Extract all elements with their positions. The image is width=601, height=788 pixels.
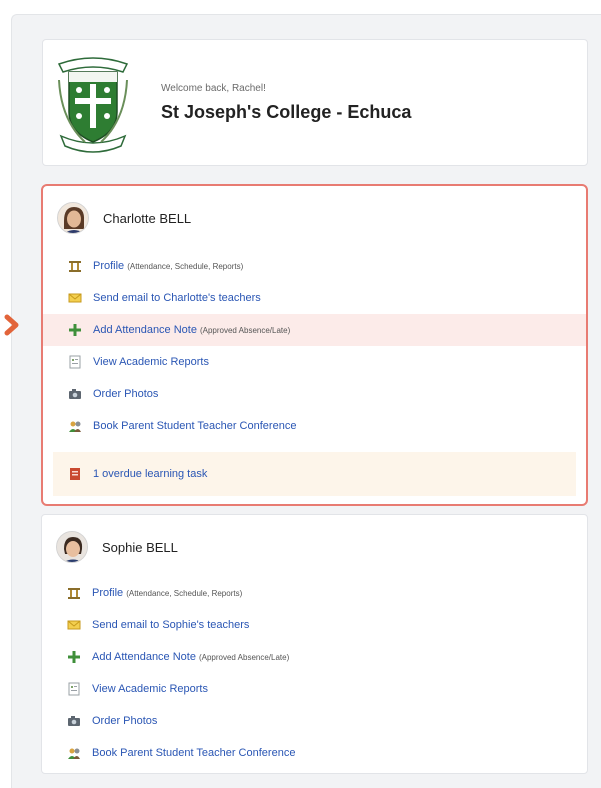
attendance-note-label: Add Attendance Note xyxy=(92,651,196,663)
profile-link-sub: (Attendance, Schedule, Reports) xyxy=(126,588,243,598)
camera-icon xyxy=(66,713,82,729)
academic-reports-label: View Academic Reports xyxy=(92,683,208,695)
task-icon xyxy=(67,466,83,482)
order-photos-label: Order Photos xyxy=(93,388,159,400)
overdue-task-label: 1 overdue learning task xyxy=(93,468,208,480)
welcome-text: Welcome back, Rachel! xyxy=(161,83,266,94)
report-icon xyxy=(67,354,83,370)
book-conference-label: Book Parent Student Teacher Conference xyxy=(92,747,296,759)
academic-reports-label: View Academic Reports xyxy=(93,356,209,368)
order-photos-link[interactable]: Order Photos xyxy=(42,705,587,737)
camera-icon xyxy=(67,386,83,402)
report-icon xyxy=(66,681,82,697)
order-photos-link[interactable]: Order Photos xyxy=(43,378,586,410)
chevron-right-icon xyxy=(4,314,19,336)
profile-link-label: Profile xyxy=(92,587,124,599)
conference-icon xyxy=(66,745,82,761)
order-photos-label: Order Photos xyxy=(92,715,158,727)
student-name: Sophie BELL xyxy=(102,539,178,555)
student-card-charlotte: Charlotte BELL Profile (Attendance, Sche… xyxy=(41,184,588,506)
school-crest-logo xyxy=(57,57,129,153)
profile-link[interactable]: Profile (Attendance, Schedule, Reports) xyxy=(43,250,586,282)
student-header[interactable]: Charlotte BELL xyxy=(57,200,191,236)
email-teachers-label: Send email to Charlotte's teachers xyxy=(93,292,261,304)
plus-icon xyxy=(67,322,83,338)
school-card: Welcome back, Rachel! St Joseph's Colleg… xyxy=(42,39,588,166)
plus-icon xyxy=(66,649,82,665)
overdue-task-link[interactable]: 1 overdue learning task xyxy=(53,452,576,496)
student-card-sophie: Sophie BELL Profile (Attendance, Schedul… xyxy=(41,514,588,774)
student-name: Charlotte BELL xyxy=(103,210,192,226)
academic-reports-link[interactable]: View Academic Reports xyxy=(43,346,586,378)
email-teachers-link[interactable]: Send email to Sophie's teachers xyxy=(42,609,587,641)
email-teachers-label: Send email to Sophie's teachers xyxy=(92,619,250,631)
attendance-note-link[interactable]: Add Attendance Note (Approved Absence/La… xyxy=(42,641,587,673)
profile-icon xyxy=(66,585,82,601)
email-teachers-link[interactable]: Send email to Charlotte's teachers xyxy=(43,282,586,314)
attendance-note-sub: (Approved Absence/Late) xyxy=(199,325,291,335)
avatar xyxy=(57,202,89,234)
envelope-icon xyxy=(66,617,82,633)
profile-icon xyxy=(67,258,83,274)
student-links: Profile (Attendance, Schedule, Reports) … xyxy=(43,250,586,496)
book-conference-link[interactable]: Book Parent Student Teacher Conference xyxy=(42,737,587,769)
profile-link-sub: (Attendance, Schedule, Reports) xyxy=(127,261,244,271)
student-header[interactable]: Sophie BELL xyxy=(56,529,178,565)
envelope-icon xyxy=(67,290,83,306)
attendance-note-sub: (Approved Absence/Late) xyxy=(198,652,290,662)
attendance-note-label: Add Attendance Note xyxy=(93,324,197,336)
book-conference-label: Book Parent Student Teacher Conference xyxy=(93,420,297,432)
school-name: St Joseph's College - Echuca xyxy=(161,102,412,122)
profile-link-label: Profile xyxy=(93,260,125,272)
academic-reports-link[interactable]: View Academic Reports xyxy=(42,673,587,705)
attendance-note-link[interactable]: Add Attendance Note (Approved Absence/La… xyxy=(43,314,586,346)
student-links: Profile (Attendance, Schedule, Reports) … xyxy=(42,577,587,769)
book-conference-link[interactable]: Book Parent Student Teacher Conference xyxy=(43,410,586,442)
profile-link[interactable]: Profile (Attendance, Schedule, Reports) xyxy=(42,577,587,609)
avatar xyxy=(56,531,88,563)
conference-icon xyxy=(67,418,83,434)
